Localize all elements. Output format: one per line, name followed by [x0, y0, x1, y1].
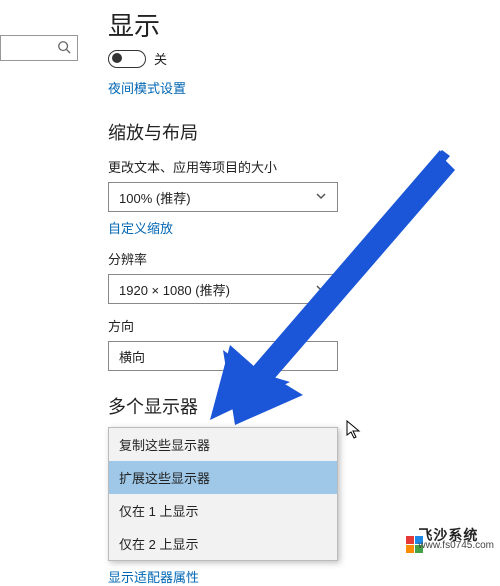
section-header-scale: 缩放与布局 [108, 119, 500, 145]
watermark-url: www.fs0745.com [418, 541, 494, 551]
text-size-label: 更改文本、应用等项目的大小 [108, 157, 500, 176]
text-size-value: 100% (推荐) [119, 188, 191, 207]
search-input[interactable] [0, 35, 78, 61]
dropdown-option-only-1[interactable]: 仅在 1 上显示 [109, 494, 337, 527]
orientation-label: 方向 [108, 316, 500, 335]
night-light-toggle[interactable] [108, 50, 146, 68]
toggle-state-label: 关 [154, 49, 167, 68]
resolution-select[interactable]: 1920 × 1080 (推荐) [108, 274, 338, 304]
search-icon [57, 40, 71, 57]
section-header-multi-display: 多个显示器 [108, 393, 500, 419]
night-mode-settings-link[interactable]: 夜间模式设置 [108, 81, 186, 96]
display-adapter-properties-link[interactable]: 显示适配器属性 [108, 567, 500, 586]
watermark-logo-icon [406, 536, 414, 544]
dropdown-option-only-2[interactable]: 仅在 2 上显示 [109, 527, 337, 560]
text-size-select[interactable]: 100% (推荐) [108, 182, 338, 212]
custom-scale-link[interactable]: 自定义缩放 [108, 221, 173, 236]
dropdown-option-extend[interactable]: 扩展这些显示器 [109, 461, 337, 494]
orientation-value: 横向 [119, 347, 145, 366]
night-light-toggle-row: 关 [108, 49, 500, 68]
dropdown-option-duplicate[interactable]: 复制这些显示器 [109, 428, 337, 461]
multi-display-dropdown[interactable]: 复制这些显示器 扩展这些显示器 仅在 1 上显示 仅在 2 上显示 [108, 427, 338, 561]
orientation-select[interactable]: 横向 [108, 341, 338, 371]
resolution-label: 分辨率 [108, 249, 500, 268]
display-settings-panel: 显示 关 夜间模式设置 缩放与布局 更改文本、应用等项目的大小 100% (推荐… [108, 0, 500, 586]
resolution-value: 1920 × 1080 (推荐) [119, 280, 230, 299]
chevron-down-icon [315, 282, 327, 297]
page-title: 显示 [108, 6, 500, 43]
mouse-cursor-icon [346, 420, 362, 443]
chevron-down-icon [315, 190, 327, 205]
watermark: 飞沙系统 www.fs0745.com [406, 528, 494, 551]
